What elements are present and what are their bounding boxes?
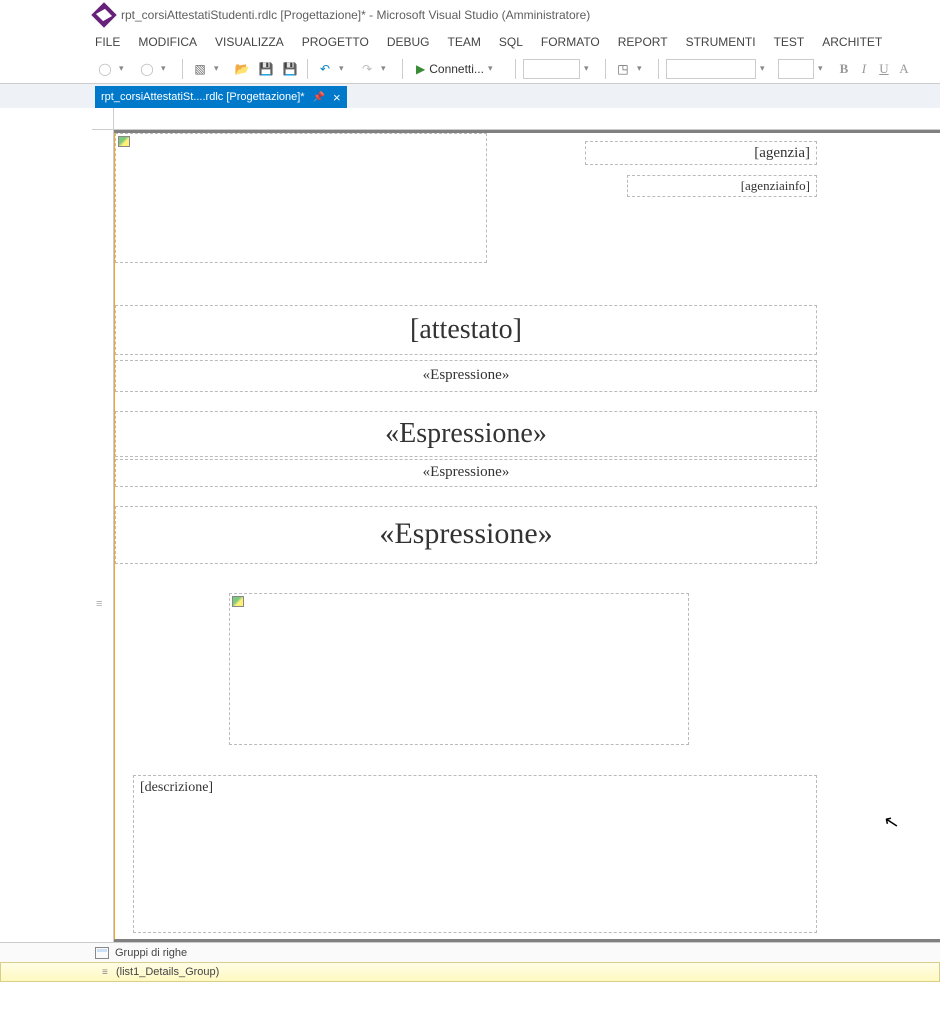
nav-forward-icon[interactable]: ◯	[137, 59, 157, 79]
field-attestato-text: [attestato]	[410, 314, 522, 345]
font-color-button[interactable]: A	[896, 61, 912, 77]
window-title: rpt_corsiAttestatiStudenti.rdlc [Progett…	[121, 8, 590, 22]
toolbar-separator	[402, 59, 403, 79]
nav-back-dropdown[interactable]: ▾	[119, 63, 133, 74]
undo-icon[interactable]: ↶	[315, 59, 335, 79]
image-icon	[232, 596, 244, 607]
field-espressione-4[interactable]: «Espressione»	[115, 506, 817, 564]
close-icon[interactable]: ×	[333, 90, 341, 105]
design-surface[interactable]: [agenzia] [agenziainfo] [attestato] «Esp…	[114, 130, 940, 942]
menu-visualizza[interactable]: VISUALIZZA	[215, 35, 284, 49]
horizontal-ruler[interactable]	[114, 108, 940, 130]
document-tab[interactable]: rpt_corsiAttestatiSt....rdlc [Progettazi…	[95, 86, 347, 108]
field-espressione-2-text: «Espressione»	[385, 418, 547, 449]
toolbar-separator	[515, 59, 516, 79]
menu-sql[interactable]: SQL	[499, 35, 523, 49]
field-attestato[interactable]: [attestato]	[115, 305, 817, 355]
font-family-combo[interactable]	[666, 59, 756, 79]
field-agenziainfo[interactable]: [agenziainfo]	[627, 175, 817, 197]
connect-dropdown: ▾	[488, 63, 502, 74]
field-agenziainfo-text: [agenziainfo]	[741, 178, 810, 193]
list-icon: ≡	[102, 967, 112, 978]
menu-modifica[interactable]: MODIFICA	[138, 35, 197, 49]
menu-strumenti[interactable]: STRUMENTI	[686, 35, 756, 49]
toolbar: ◯ ▾ ◯ ▾ ▧ ▾ 📂 💾 💾 ↶ ▾ ↷ ▾ ▶ Connetti... …	[0, 54, 940, 84]
image-icon	[118, 136, 130, 147]
field-espressione-4-text: «Espressione»	[379, 517, 552, 550]
nav-forward-dropdown[interactable]: ▾	[161, 63, 175, 74]
pin-icon[interactable]: 📌	[313, 92, 325, 103]
field-agenzia-text: [agenzia]	[754, 145, 810, 161]
row-group-item-row: ≡ (list1_Details_Group)	[0, 962, 940, 982]
menu-test[interactable]: TEST	[774, 35, 805, 49]
field-espressione-3-text: «Espressione»	[423, 464, 510, 480]
font-size-dropdown[interactable]: ▾	[818, 63, 832, 74]
toolbar-separator	[605, 59, 606, 79]
menu-report[interactable]: REPORT	[618, 35, 668, 49]
menu-bar: FILE MODIFICA VISUALIZZA PROGETTO DEBUG …	[0, 30, 940, 54]
toolbar-separator	[182, 59, 183, 79]
target-dropdown[interactable]: ▾	[637, 63, 651, 74]
field-espressione-1[interactable]: «Espressione»	[115, 360, 817, 392]
menu-debug[interactable]: DEBUG	[387, 35, 430, 49]
row-groups-header[interactable]: Gruppi di righe	[0, 942, 940, 962]
underline-button[interactable]: U	[876, 61, 892, 77]
field-espressione-2[interactable]: «Espressione»	[115, 411, 817, 457]
report-body[interactable]: [agenzia] [agenziainfo] [attestato] «Esp…	[114, 130, 940, 942]
redo-icon[interactable]: ↷	[357, 59, 377, 79]
row-group-item[interactable]: ≡ (list1_Details_Group)	[96, 966, 225, 978]
menu-architettura[interactable]: ARCHITET	[822, 35, 882, 49]
toolbar-combo-1[interactable]	[523, 59, 580, 79]
bold-button[interactable]: B	[836, 61, 852, 77]
field-espressione-1-text: «Espressione»	[423, 367, 510, 383]
field-descrizione[interactable]: [descrizione]	[133, 775, 817, 933]
connect-label: Connetti...	[429, 62, 484, 76]
italic-button[interactable]: I	[856, 61, 872, 77]
toolbar-separator	[658, 59, 659, 79]
image-placeholder-middle[interactable]	[229, 593, 689, 745]
toolbar-separator	[307, 59, 308, 79]
menu-file[interactable]: FILE	[95, 35, 120, 49]
vertical-ruler[interactable]: ≡	[92, 108, 114, 942]
save-icon[interactable]: 💾	[256, 59, 276, 79]
undo-dropdown[interactable]: ▾	[339, 63, 353, 74]
new-project-dropdown[interactable]: ▾	[214, 63, 228, 74]
document-tab-label: rpt_corsiAttestatiSt....rdlc [Progettazi…	[101, 91, 305, 103]
menu-formato[interactable]: FORMATO	[541, 35, 600, 49]
open-file-icon[interactable]: 📂	[232, 59, 252, 79]
title-bar: rpt_corsiAttestatiStudenti.rdlc [Progett…	[0, 0, 940, 30]
redo-dropdown[interactable]: ▾	[381, 63, 395, 74]
menu-progetto[interactable]: PROGETTO	[302, 35, 369, 49]
row-groups-label: Gruppi di righe	[115, 947, 187, 959]
ruler-corner	[92, 108, 114, 130]
field-agenzia[interactable]: [agenzia]	[585, 141, 817, 165]
field-espressione-3[interactable]: «Espressione»	[115, 459, 817, 487]
target-icon[interactable]: ◳	[613, 59, 633, 79]
play-icon: ▶	[416, 62, 425, 76]
combo-1-dropdown[interactable]: ▾	[584, 63, 598, 74]
row-groups-icon	[95, 947, 109, 959]
font-family-dropdown[interactable]: ▾	[760, 63, 774, 74]
field-descrizione-text: [descrizione]	[140, 780, 213, 795]
image-placeholder-top[interactable]	[115, 133, 487, 263]
document-tab-strip: rpt_corsiAttestatiSt....rdlc [Progettazi…	[0, 84, 940, 108]
connect-button[interactable]: ▶ Connetti... ▾	[410, 60, 508, 78]
vs-logo-icon	[91, 2, 116, 27]
new-project-icon[interactable]: ▧	[190, 59, 210, 79]
menu-team[interactable]: TEAM	[448, 35, 481, 49]
save-all-icon[interactable]: 💾	[280, 59, 300, 79]
bottom-padding	[0, 982, 940, 1012]
editor-area: ≡ [agenzia] [agenziainfo] [attestato] «E…	[0, 108, 940, 942]
font-size-combo[interactable]	[778, 59, 814, 79]
nav-back-icon[interactable]: ◯	[95, 59, 115, 79]
row-group-item-label: (list1_Details_Group)	[116, 966, 219, 978]
gutter-handle-icon[interactable]: ≡	[96, 598, 106, 606]
